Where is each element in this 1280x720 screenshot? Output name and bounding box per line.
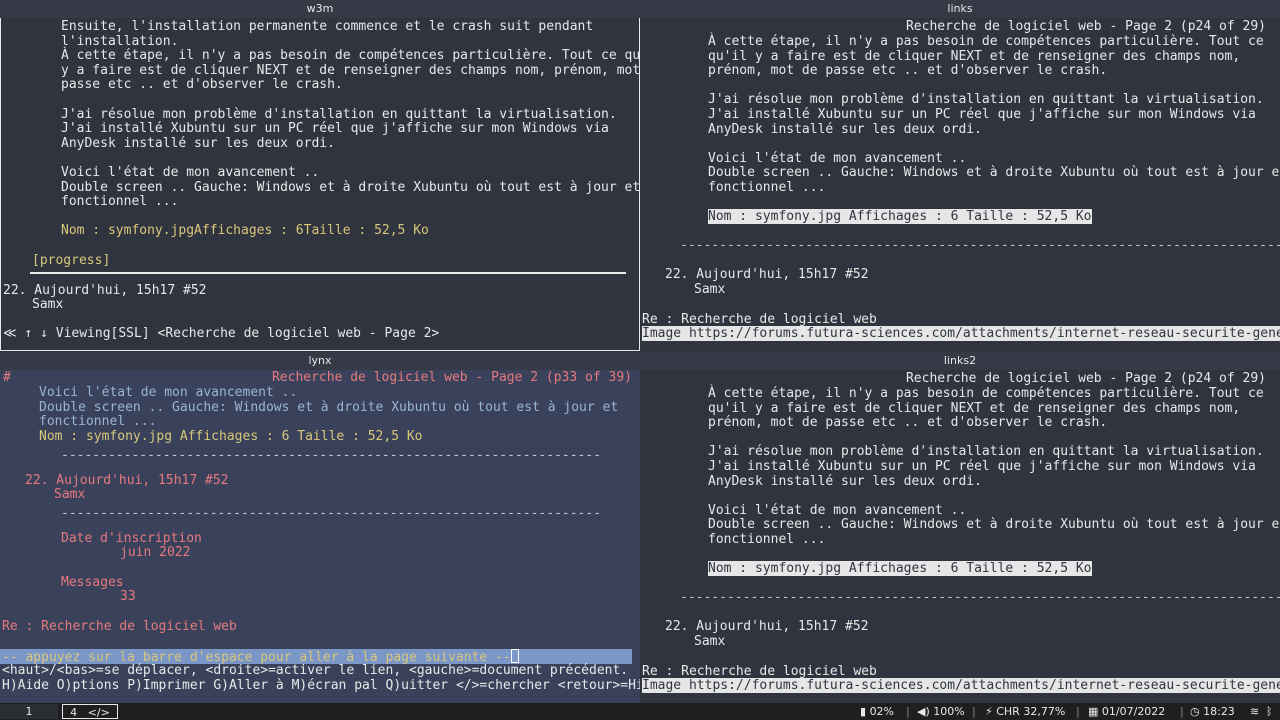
links-text-line: qu'il y a faire est de cliquer NEXT et d… <box>708 48 1241 64</box>
w3m-text-line: Nom : symfony.jpgAffichages : 6Taille : … <box>61 223 429 239</box>
lynx-hash: # <box>3 370 11 385</box>
links2-text-line: J'ai résolue mon problème d'installation… <box>708 444 1264 460</box>
links-title: links <box>640 0 1280 18</box>
lynx-separator-2: ----------------------------------------… <box>61 506 602 521</box>
w3m-text-line: Double screen .. Gauche: Windows et à dr… <box>61 179 640 195</box>
lynx-text-line: Double screen .. Gauche: Windows et à dr… <box>39 399 619 415</box>
lynx-text-line: Voici l'état de mon avancement .. <box>39 385 298 400</box>
lynx-image-caption[interactable]: Nom : symfony.jpg Affichages : 6 Taille … <box>39 429 423 445</box>
w3m-pane[interactable]: w3m Ensuite, l'installation permanente c… <box>0 0 640 351</box>
bluetooth-icon[interactable]: ᛒ <box>1266 704 1273 719</box>
links-text-line: À cette étape, il n'y a pas besoin de co… <box>708 34 1264 49</box>
lynx-page-title: Recherche de logiciel web - Page 2 (p33 … <box>271 370 632 385</box>
w3m-text-line: l'installation. <box>61 33 179 49</box>
links2-text-line: À cette étape, il n'y a pas besoin de co… <box>708 386 1264 401</box>
battery-indicator: ⚡ CHR 32,77% <box>985 705 1066 718</box>
terminal-icon: </> <box>87 706 110 719</box>
links2-post-author[interactable]: Samx <box>694 634 725 650</box>
lynx-join-value: juin 2022 <box>120 545 191 560</box>
w3m-text-line: y a faire est de cliquer NEXT et de rens… <box>61 62 640 78</box>
w3m-content: Ensuite, l'installation permanente comme… <box>0 18 640 351</box>
lynx-messages-label: Messages <box>61 575 124 590</box>
clock-icon: ◷ <box>1190 705 1200 718</box>
disk-indicator: ▮ 02% <box>860 705 895 718</box>
w3m-text-line: AnyDesk installé sur les deux ordi. <box>61 135 335 151</box>
date-indicator: ▦ 01/07/2022 <box>1088 705 1166 718</box>
w3m-progress: [progress] <box>32 253 111 268</box>
links2-title: links2 <box>640 352 1280 370</box>
lynx-cursor <box>510 649 519 663</box>
links-text-line: J'ai résolue mon problème d'installation… <box>708 92 1264 108</box>
w3m-text-line: J'ai installé Xubuntu sur un PC réel que… <box>61 121 609 137</box>
lynx-reply-title[interactable]: Re : Recherche de logiciel web <box>2 619 237 635</box>
links2-text-line: AnyDesk installé sur les deux ordi. <box>708 473 982 489</box>
w3m-progress-bar <box>30 272 626 274</box>
disk-icon: ▮ <box>860 705 867 718</box>
links2-status-url: Image https://forums.futura-sciences.com… <box>642 678 1280 694</box>
lynx-separator-1: ----------------------------------------… <box>61 448 602 463</box>
links2-text-line: J'ai installé Xubuntu sur un PC réel que… <box>708 459 1256 474</box>
workspace-4[interactable]: 4 </> <box>62 704 118 719</box>
workspace-1[interactable]: 1 <box>0 704 58 719</box>
w3m-post-author[interactable]: Samx <box>32 297 63 313</box>
lynx-messages-value: 33 <box>120 589 136 604</box>
w3m-status: ≪ ↑ ↓ Viewing[SSL] <Recherche de logicie… <box>3 326 440 341</box>
links-post-number[interactable]: 22. Aujourd'hui, 15h17 #52 <box>665 267 869 283</box>
links-separator: ----------------------------------------… <box>680 238 1280 253</box>
links-post-author[interactable]: Samx <box>694 282 725 298</box>
links-image-caption[interactable]: Nom : symfony.jpg Affichages : 6 Taille … <box>708 209 1092 225</box>
w3m-title: w3m <box>0 0 640 18</box>
links2-text-line: qu'il y a faire est de cliquer NEXT et d… <box>708 400 1241 416</box>
w3m-text-line: J'ai résolue mon problème d'installation… <box>61 106 617 122</box>
links-text-line: Voici l'état de mon avancement .. <box>708 150 967 166</box>
lynx-title: lynx <box>0 352 640 370</box>
lynx-pane[interactable]: lynx # Recherche de logiciel web - Page … <box>0 352 640 703</box>
links2-separator: ----------------------------------------… <box>680 590 1280 605</box>
lynx-text-line: fonctionnel ... <box>39 414 157 430</box>
lightning-icon: ⚡ <box>985 705 993 718</box>
links-text-line: J'ai installé Xubuntu sur un PC réel que… <box>708 107 1256 122</box>
w3m-text-line: passe etc .. et d'observer le crash. <box>61 77 343 93</box>
links2-pane[interactable]: links2 Recherche de logiciel web - Page … <box>640 352 1280 703</box>
clock-indicator: ◷ 18:23 <box>1190 705 1235 718</box>
links-text-line: Double screen .. Gauche: Windows et à dr… <box>708 165 1280 181</box>
links-status-url: Image https://forums.futura-sciences.com… <box>642 326 1280 342</box>
links2-content: À cette étape, il n'y a pas besoin de co… <box>640 370 1280 703</box>
links-text-line: AnyDesk installé sur les deux ordi. <box>708 121 982 137</box>
w3m-text-line: fonctionnel ... <box>61 194 179 210</box>
links-text-line: prénom, mot de passe etc .. et d'observe… <box>708 63 1108 79</box>
lynx-help-1: <haut>/<bas>=se déplacer, <droite>=activ… <box>2 663 629 678</box>
lynx-post-author[interactable]: Samx <box>54 487 85 503</box>
lynx-help-2: H)Aide O)ptions P)Imprimer G)Aller à M)é… <box>2 678 640 693</box>
links-content: À cette étape, il n'y a pas besoin de co… <box>640 18 1280 351</box>
links2-image-caption[interactable]: Nom : symfony.jpg Affichages : 6 Taille … <box>708 561 1092 577</box>
status-bar: 1 4 </> ▮ 02% | ◀) 100% | ⚡ CHR 32,77% |… <box>0 703 1280 720</box>
links2-post-number[interactable]: 22. Aujourd'hui, 15h17 #52 <box>665 619 869 635</box>
calendar-icon: ▦ <box>1088 705 1099 718</box>
wifi-icon[interactable]: ≋ <box>1250 704 1259 719</box>
links2-text-line: fonctionnel ... <box>708 532 826 547</box>
w3m-text-line: À cette étape, il n'y a pas besoin de co… <box>61 48 640 64</box>
links-text-line: fonctionnel ... <box>708 180 826 195</box>
links2-text-line: prénom, mot de passe etc .. et d'observe… <box>708 415 1108 431</box>
w3m-text-line: Ensuite, l'installation permanente comme… <box>61 19 594 34</box>
links-pane[interactable]: links Recherche de logiciel web - Page 2… <box>640 0 1280 351</box>
links2-text-line: Voici l'état de mon avancement .. <box>708 502 967 518</box>
links2-text-line: Double screen .. Gauche: Windows et à dr… <box>708 517 1280 533</box>
w3m-text-line: Voici l'état de mon avancement .. <box>61 165 320 180</box>
speaker-icon: ◀) <box>917 705 930 718</box>
volume-indicator[interactable]: ◀) 100% <box>917 704 965 719</box>
